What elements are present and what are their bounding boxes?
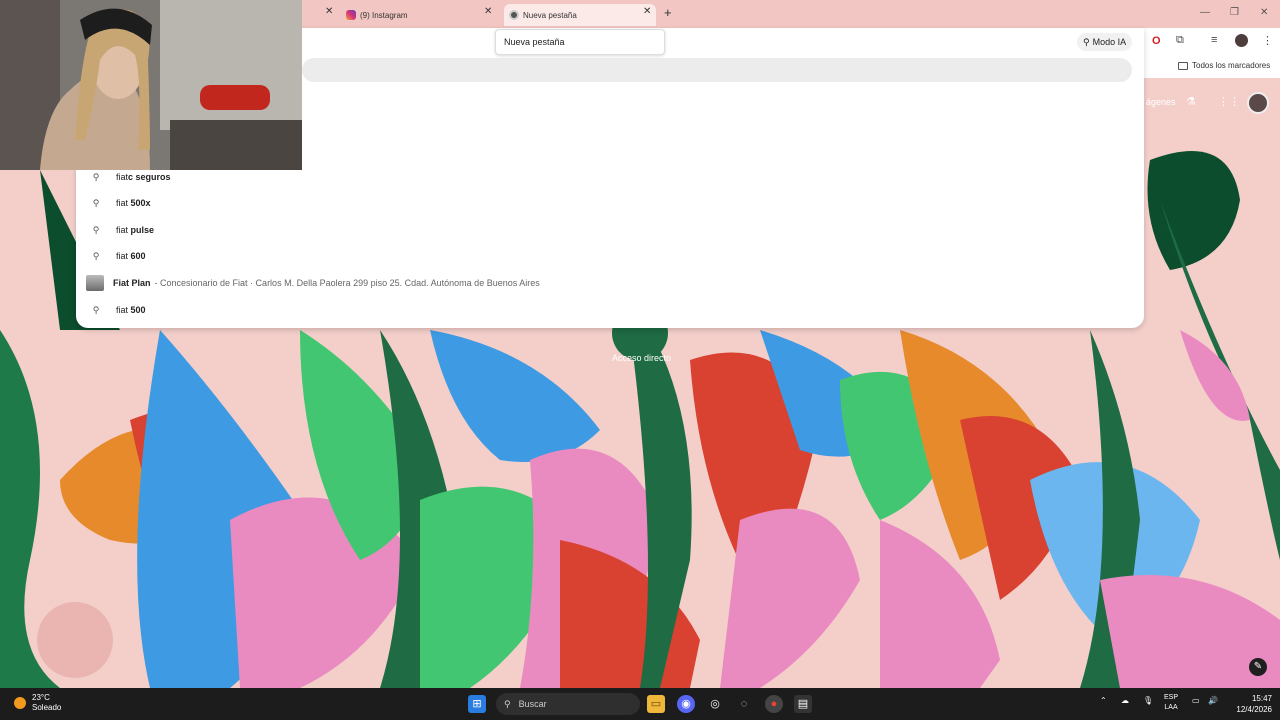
sun-icon [14, 697, 26, 709]
suggestion-completion: 600 [128, 251, 146, 261]
suggestion-item-place[interactable]: Fiat Plan - Concesionario de Fiat · Carl… [76, 270, 1144, 296]
address-bar[interactable] [302, 58, 1132, 82]
tab-search-icon[interactable]: ≡ [1211, 34, 1217, 46]
account-avatar[interactable] [1247, 92, 1269, 114]
search-sparkle-icon: ⚲ [1083, 36, 1090, 47]
tab-tooltip: Nueva pestaña [495, 29, 665, 55]
suggestion-prefix: fiat [116, 225, 129, 235]
suggestion-completion: c seguros [128, 172, 171, 182]
close-tab-icon[interactable]: ✕ [484, 6, 492, 17]
suggestion-item[interactable]: ⚲ fiat 600 [76, 243, 1144, 269]
profile-avatar[interactable] [1235, 34, 1248, 47]
menu-icon[interactable]: ⋮ [1262, 34, 1273, 47]
suggestion-item[interactable]: ⚲ fiat pulse [76, 217, 1144, 243]
volume-icon[interactable]: 🔊 [1208, 696, 1218, 705]
suggestion-completion: 500x [128, 198, 151, 208]
opera-extension-icon[interactable]: O [1152, 35, 1161, 47]
taskbar-search[interactable]: ⚲ Buscar [496, 693, 640, 715]
customize-pencil-icon[interactable]: ✎ [1249, 658, 1267, 676]
close-window-icon[interactable]: ✕ [1260, 7, 1268, 18]
ai-mode-label: Modo IA [1092, 37, 1127, 47]
webcam-image [0, 0, 302, 170]
minimize-icon[interactable]: — [1200, 7, 1210, 18]
close-tab-icon[interactable]: ✕ [643, 6, 651, 17]
webcam-overlay [0, 0, 302, 170]
display-icon[interactable]: ▭ [1192, 696, 1200, 705]
search-icon: ⚲ [92, 197, 100, 208]
new-tab-button[interactable]: + [664, 5, 672, 20]
extensions-icon[interactable]: ⧉ [1176, 34, 1184, 47]
clock-time: 15:47 [1251, 694, 1272, 703]
tab-title: Nueva pestaña [523, 10, 577, 20]
suggestion-place-detail: - Concesionario de Fiat · Carlos M. Dell… [154, 278, 540, 288]
instagram-icon [346, 10, 356, 20]
suggestion-prefix: fiat [116, 251, 129, 261]
language-indicator[interactable]: ESP LAA [1164, 693, 1178, 713]
lang-bottom: LAA [1164, 704, 1178, 711]
search-icon: ⚲ [92, 171, 100, 182]
all-bookmarks-label: Todos los marcadores [1192, 61, 1271, 70]
suggestion-item[interactable]: ⚲ fiat 500 [76, 297, 1144, 323]
taskbar-search-placeholder: Buscar [518, 699, 547, 709]
network-cloud-icon[interactable]: ☁ [1121, 696, 1129, 705]
ai-mode-button[interactable]: ⚲ Modo IA [1077, 33, 1133, 51]
suggestion-prefix: fiat [116, 305, 129, 315]
search-icon: ⚲ [92, 250, 100, 261]
maximize-icon[interactable]: ❐ [1230, 7, 1239, 18]
steam-icon[interactable]: ◎ [706, 695, 724, 713]
folder-icon [1178, 61, 1188, 70]
microphone-icon[interactable]: 🎙 [1143, 696, 1153, 705]
search-icon: ⚲ [92, 304, 100, 315]
suggestion-completion: pulse [128, 225, 155, 235]
chrome-icon [509, 10, 519, 20]
app-icon[interactable]: ▤ [794, 695, 812, 713]
search-icon: ⚲ [92, 224, 100, 235]
close-tab-icon[interactable]: ✕ [325, 6, 333, 17]
shortcut-label[interactable]: Acceso directo [612, 353, 671, 363]
taskbar: 23°C Soleado ⊞ ⚲ Buscar ▭ ◉ ◎ ◌ ● ▤ ⌃ ☁ … [0, 688, 1280, 720]
lang-top: ESP [1164, 694, 1179, 701]
tab-instagram[interactable]: (9) Instagram [346, 4, 496, 26]
suggestion-completion: 500 [128, 305, 146, 315]
suggestion-prefix: fiat [116, 172, 129, 182]
weather-temp: 23°C [32, 693, 50, 702]
apps-grid-icon[interactable]: ⋮⋮ [1218, 95, 1240, 108]
tab-title: (9) Instagram [360, 10, 408, 20]
clock-date: 12/4/2026 [1236, 705, 1272, 714]
clock[interactable]: 15:47 12/4/2026 [1228, 693, 1272, 715]
tab-new-tab[interactable]: Nueva pestaña [504, 4, 656, 26]
discord-icon[interactable]: ◉ [677, 695, 695, 713]
file-explorer-icon[interactable]: ▭ [647, 695, 665, 713]
tray-overflow-icon[interactable]: ⌃ [1100, 696, 1107, 705]
weather-widget[interactable]: 23°C Soleado [14, 693, 61, 713]
place-thumbnail [86, 275, 104, 291]
suggestion-place-name: Fiat Plan [113, 278, 151, 288]
images-link[interactable]: ágenes [1146, 97, 1176, 107]
labs-flask-icon[interactable]: ⚗ [1186, 95, 1196, 108]
chrome-icon[interactable]: ● [765, 695, 783, 713]
suggestion-item[interactable]: ⚲ fiat 500x [76, 190, 1144, 216]
obs-icon[interactable]: ◌ [735, 695, 753, 713]
windows-start-icon[interactable]: ⊞ [468, 695, 486, 713]
weather-desc: Soleado [32, 703, 62, 712]
suggestion-prefix: fiat [116, 198, 129, 208]
all-bookmarks-folder[interactable]: Todos los marcadores [1178, 61, 1270, 70]
search-icon: ⚲ [504, 698, 511, 709]
